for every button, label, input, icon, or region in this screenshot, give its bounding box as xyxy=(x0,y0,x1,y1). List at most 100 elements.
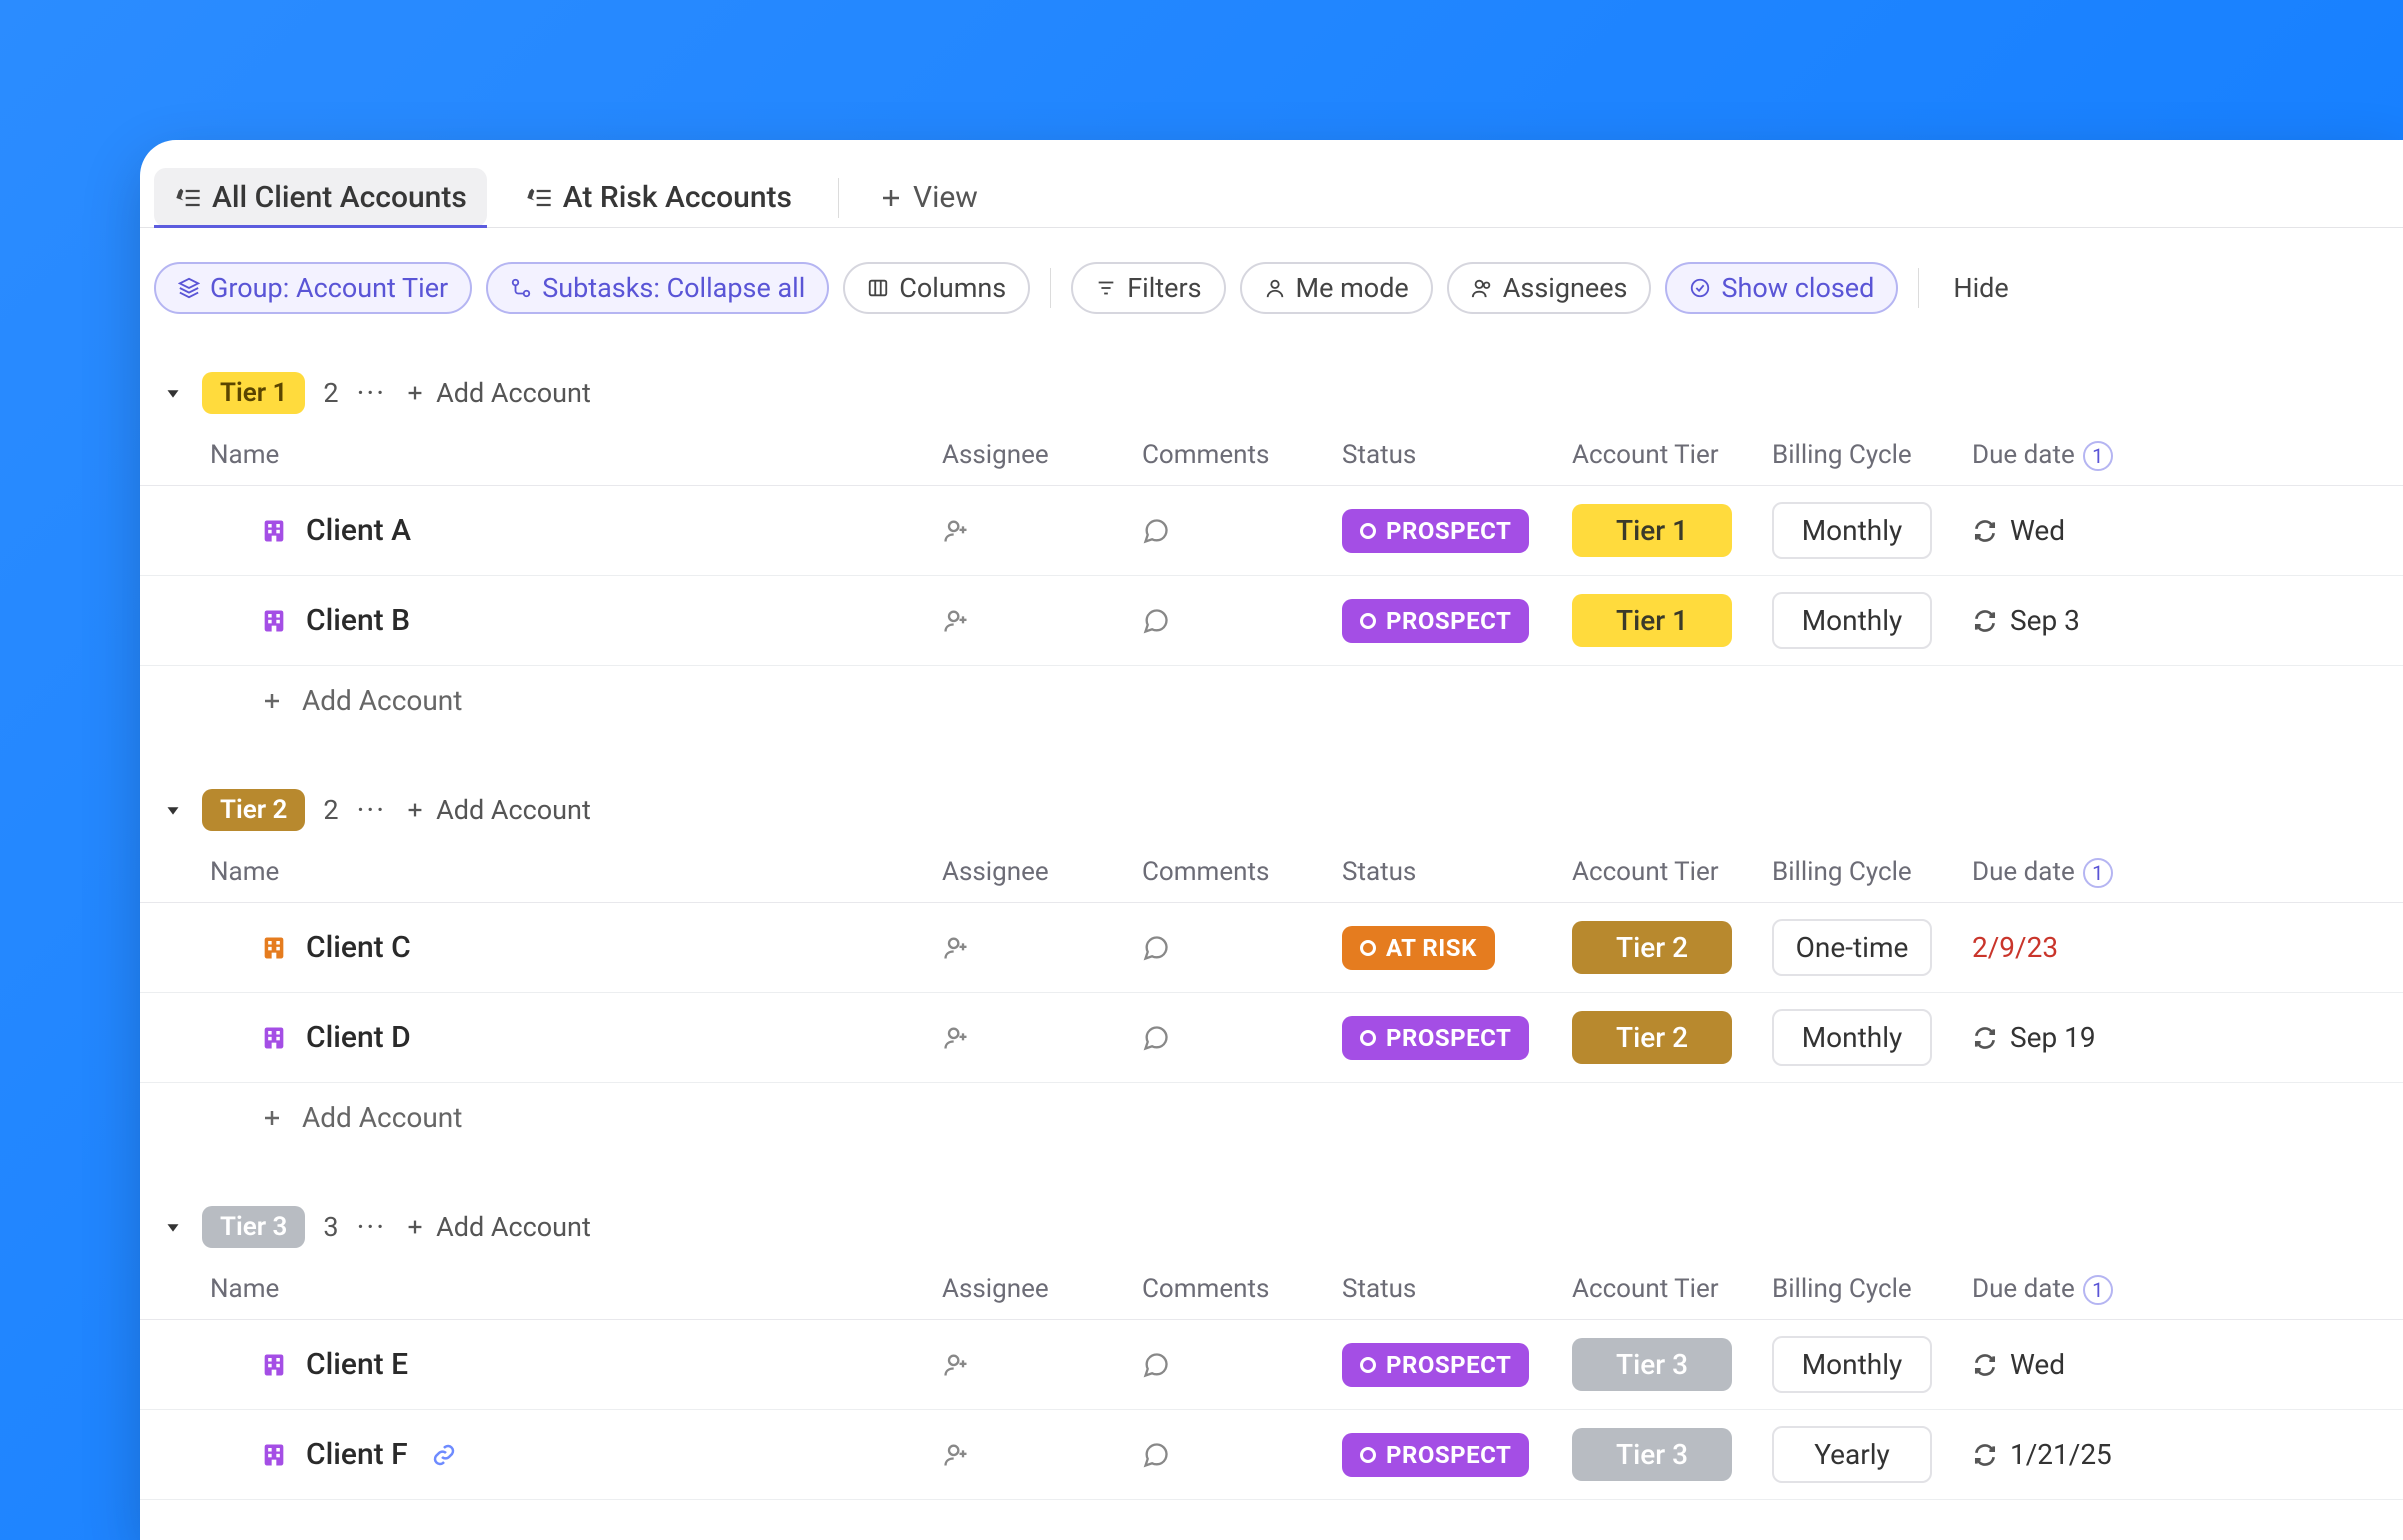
col-due-date[interactable]: Due date1 xyxy=(1972,440,2403,471)
comments-cell[interactable] xyxy=(1142,607,1342,635)
more-menu[interactable]: ··· xyxy=(357,1210,387,1245)
building-icon xyxy=(260,934,288,962)
table-row[interactable]: Client D PROSPECT Tier 2 Monthly xyxy=(140,993,2403,1083)
col-due-date[interactable]: Due date1 xyxy=(1972,1274,2403,1305)
tier-cell[interactable]: Tier 2 xyxy=(1572,921,1772,974)
billing-cell[interactable]: One-time xyxy=(1772,919,1972,976)
col-account-tier[interactable]: Account Tier xyxy=(1572,440,1772,471)
tier-cell[interactable]: Tier 3 xyxy=(1572,1428,1772,1481)
add-account-button[interactable]: Add Account xyxy=(404,377,591,409)
assignee-cell[interactable] xyxy=(942,1024,1142,1052)
assignee-cell[interactable] xyxy=(942,1441,1142,1469)
show-closed-pill[interactable]: Show closed xyxy=(1665,262,1898,314)
tier-badge[interactable]: Tier 2 xyxy=(202,789,305,831)
tier-cell[interactable]: Tier 1 xyxy=(1572,594,1772,647)
billing-cell[interactable]: Yearly xyxy=(1772,1426,1972,1483)
col-comments[interactable]: Comments xyxy=(1142,857,1342,888)
col-assignee[interactable]: Assignee xyxy=(942,440,1142,471)
add-account-row[interactable]: Add Account xyxy=(140,1083,2403,1152)
status-cell[interactable]: PROSPECT xyxy=(1342,1433,1572,1477)
due-cell[interactable]: Wed xyxy=(1972,514,2403,547)
table-row[interactable]: Client A PROSPECT Tier 1 Monthly xyxy=(140,486,2403,576)
table-row[interactable]: Client E PROSPECT Tier 3 Monthly xyxy=(140,1320,2403,1410)
group-pill[interactable]: Group: Account Tier xyxy=(154,262,472,314)
collapse-toggle[interactable] xyxy=(162,799,184,821)
client-name[interactable]: Client C xyxy=(306,930,411,965)
status-cell[interactable]: AT RISK xyxy=(1342,926,1572,970)
due-cell[interactable]: 2/9/23 xyxy=(1972,931,2403,964)
comments-cell[interactable] xyxy=(1142,517,1342,545)
client-name[interactable]: Client E xyxy=(306,1347,408,1382)
col-name[interactable]: Name xyxy=(202,440,942,471)
more-menu[interactable]: ··· xyxy=(357,376,387,411)
col-status[interactable]: Status xyxy=(1342,1274,1572,1305)
tier-cell[interactable]: Tier 2 xyxy=(1572,1011,1772,1064)
col-status[interactable]: Status xyxy=(1342,440,1572,471)
add-view-button[interactable]: View xyxy=(865,168,992,227)
subtasks-pill[interactable]: Subtasks: Collapse all xyxy=(486,262,829,314)
tier-badge[interactable]: Tier 1 xyxy=(202,372,305,414)
col-billing-cycle[interactable]: Billing Cycle xyxy=(1772,440,1972,471)
tier-cell[interactable]: Tier 1 xyxy=(1572,504,1772,557)
groups-container: Tier 1 2 ··· Add Account Name Assignee C… xyxy=(140,336,2403,1518)
status-cell[interactable]: PROSPECT xyxy=(1342,1343,1572,1387)
group-header: Tier 1 2 ··· Add Account xyxy=(140,346,2403,430)
col-due-date[interactable]: Due date1 xyxy=(1972,857,2403,888)
add-view-label: View xyxy=(913,180,978,215)
table-row[interactable]: Client C AT RISK Tier 2 One-time xyxy=(140,903,2403,993)
col-comments[interactable]: Comments xyxy=(1142,1274,1342,1305)
due-cell[interactable]: Sep 3 xyxy=(1972,604,2403,637)
status-cell[interactable]: PROSPECT xyxy=(1342,1016,1572,1060)
more-menu[interactable]: ··· xyxy=(357,793,387,828)
client-name[interactable]: Client F xyxy=(306,1437,408,1472)
col-name[interactable]: Name xyxy=(202,857,942,888)
link-icon xyxy=(432,1443,456,1467)
tier-cell[interactable]: Tier 3 xyxy=(1572,1338,1772,1391)
add-account-button[interactable]: Add Account xyxy=(404,794,591,826)
client-name[interactable]: Client A xyxy=(306,513,411,548)
status-cell[interactable]: PROSPECT xyxy=(1342,599,1572,643)
app-window: All Client Accounts At Risk Accounts Vie… xyxy=(140,140,2403,1540)
assignee-cell[interactable] xyxy=(942,1351,1142,1379)
billing-cell[interactable]: Monthly xyxy=(1772,1009,1972,1066)
col-billing-cycle[interactable]: Billing Cycle xyxy=(1772,1274,1972,1305)
add-account-row[interactable]: Add Account xyxy=(140,666,2403,735)
due-cell[interactable]: Sep 19 xyxy=(1972,1021,2403,1054)
col-assignee[interactable]: Assignee xyxy=(942,1274,1142,1305)
table-row[interactable]: Client F PROSPECT Tier 3 Yearly xyxy=(140,1410,2403,1500)
tab-all-client-accounts[interactable]: All Client Accounts xyxy=(154,168,487,227)
add-account-button[interactable]: Add Account xyxy=(404,1211,591,1243)
assignees-pill[interactable]: Assignees xyxy=(1447,262,1652,314)
columns-pill[interactable]: Columns xyxy=(843,262,1030,314)
col-comments[interactable]: Comments xyxy=(1142,440,1342,471)
filters-pill[interactable]: Filters xyxy=(1071,262,1225,314)
assignee-cell[interactable] xyxy=(942,607,1142,635)
comments-cell[interactable] xyxy=(1142,1351,1342,1379)
comments-cell[interactable] xyxy=(1142,1441,1342,1469)
client-name[interactable]: Client B xyxy=(306,603,410,638)
billing-cell[interactable]: Monthly xyxy=(1772,1336,1972,1393)
col-name[interactable]: Name xyxy=(202,1274,942,1305)
billing-cell[interactable]: Monthly xyxy=(1772,502,1972,559)
tier-badge[interactable]: Tier 3 xyxy=(202,1206,305,1248)
comments-cell[interactable] xyxy=(1142,934,1342,962)
assignee-cell[interactable] xyxy=(942,517,1142,545)
table-row[interactable]: Client B PROSPECT Tier 1 Monthly xyxy=(140,576,2403,666)
comments-cell[interactable] xyxy=(1142,1024,1342,1052)
due-cell[interactable]: Wed xyxy=(1972,1348,2403,1381)
tab-at-risk-accounts[interactable]: At Risk Accounts xyxy=(505,168,812,227)
client-name[interactable]: Client D xyxy=(306,1020,411,1055)
col-status[interactable]: Status xyxy=(1342,857,1572,888)
col-account-tier[interactable]: Account Tier xyxy=(1572,1274,1772,1305)
col-billing-cycle[interactable]: Billing Cycle xyxy=(1772,857,1972,888)
hide-button[interactable]: Hide xyxy=(1939,264,2022,312)
collapse-toggle[interactable] xyxy=(162,382,184,404)
me-mode-pill[interactable]: Me mode xyxy=(1240,262,1433,314)
billing-cell[interactable]: Monthly xyxy=(1772,592,1972,649)
collapse-toggle[interactable] xyxy=(162,1216,184,1238)
assignee-cell[interactable] xyxy=(942,934,1142,962)
col-assignee[interactable]: Assignee xyxy=(942,857,1142,888)
status-cell[interactable]: PROSPECT xyxy=(1342,509,1572,553)
col-account-tier[interactable]: Account Tier xyxy=(1572,857,1772,888)
due-cell[interactable]: 1/21/25 xyxy=(1972,1438,2403,1471)
